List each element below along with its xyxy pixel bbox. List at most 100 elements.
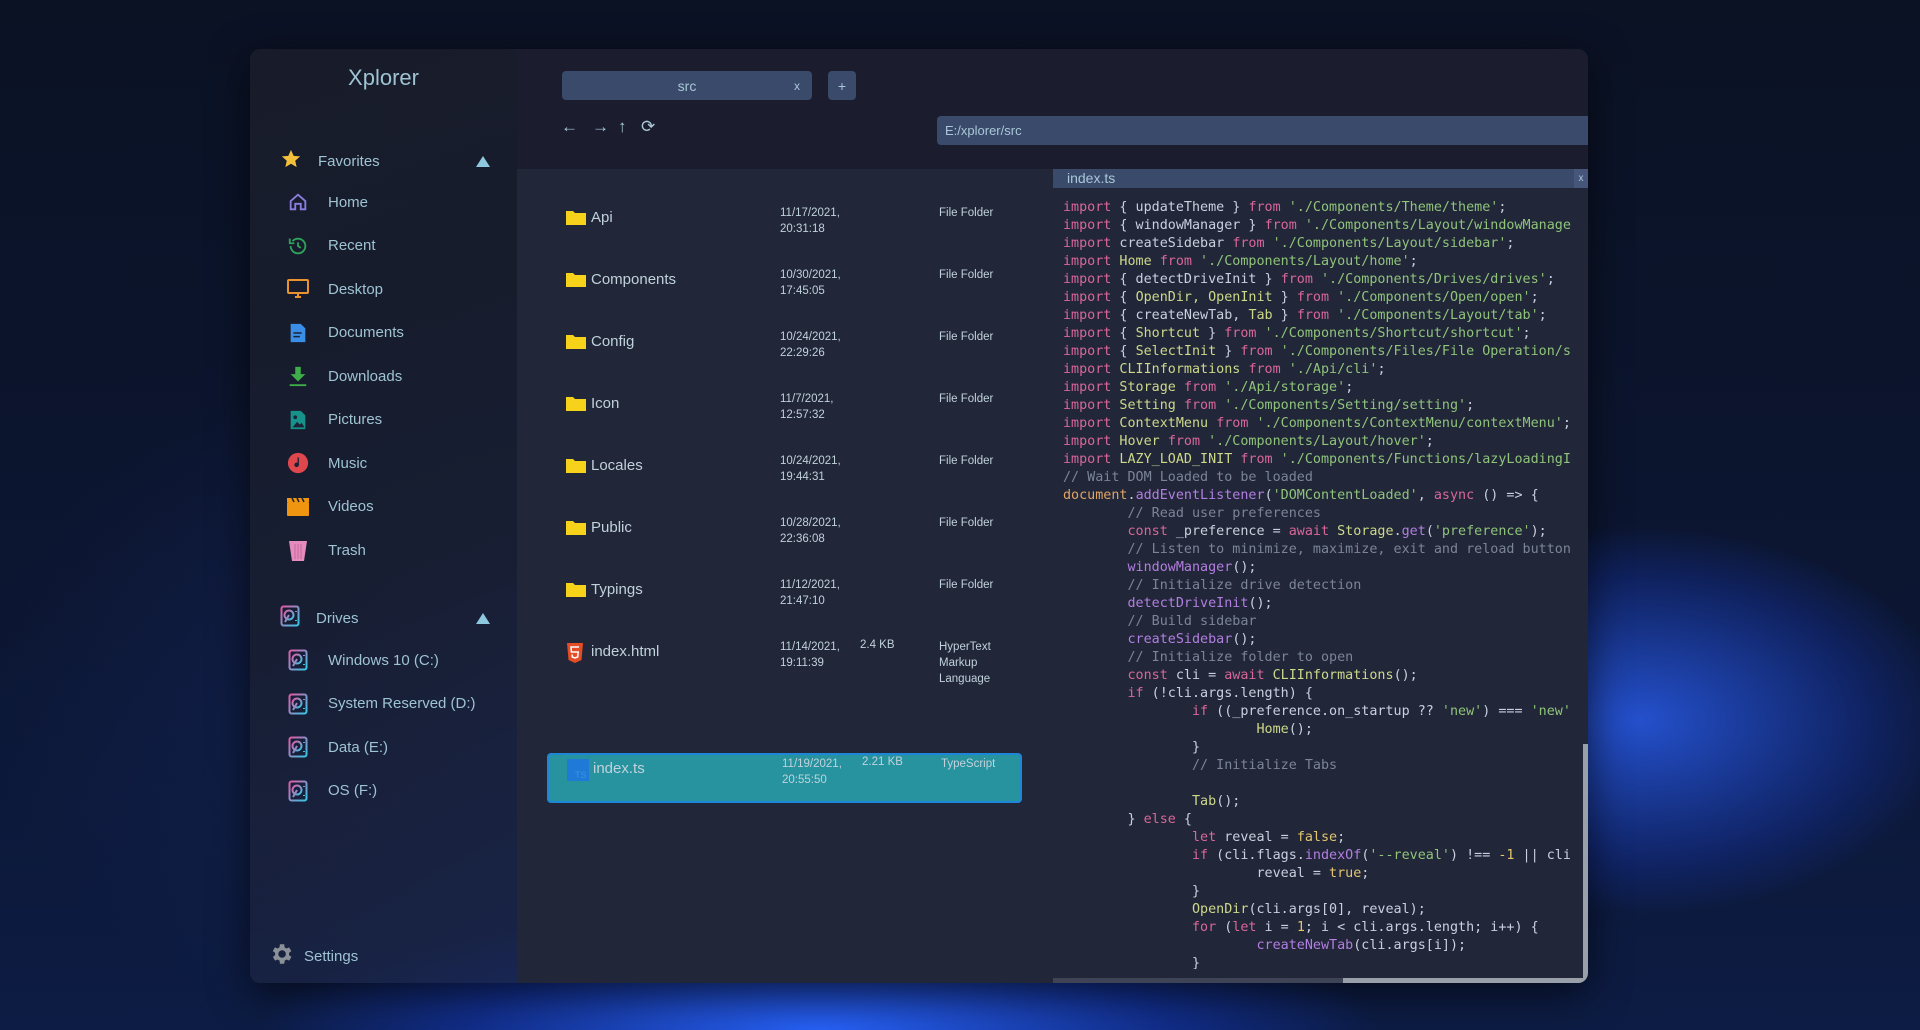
- file-row[interactable]: index.html 11/14/2021, 19:11:39 2.4 KB Hype…: [547, 638, 1022, 688]
- favorites-section-toggle[interactable]: Favorites: [280, 148, 490, 174]
- code-line: import LAZY_LOAD_INIT from './Components…: [1063, 451, 1583, 469]
- code-token: Home: [1111, 254, 1160, 269]
- code-token: Tab: [1063, 794, 1217, 809]
- code-token: // Wait DOM Loaded to be loaded: [1063, 470, 1313, 485]
- code-token: i =: [1256, 920, 1297, 935]
- code-token: ;: [1337, 830, 1346, 845]
- code-token: from: [1240, 452, 1273, 467]
- code-line: }: [1063, 739, 1583, 757]
- code-token: from: [1232, 236, 1265, 251]
- code-token: createNewTab: [1063, 938, 1354, 953]
- code-token: from: [1224, 326, 1257, 341]
- code-token: import: [1063, 362, 1112, 377]
- code-token: ;: [1345, 380, 1354, 395]
- code-line: Tab();: [1063, 793, 1583, 811]
- code-line: } else {: [1063, 811, 1583, 829]
- file-size: 2.21 KB: [862, 756, 903, 768]
- new-tab-button[interactable]: +: [828, 71, 856, 100]
- sidebar-drive-item[interactable]: System Reserved (D:): [286, 689, 476, 719]
- sidebar-item-label: Music: [328, 454, 368, 472]
- sidebar-item-documents[interactable]: Documents: [286, 318, 404, 348]
- code-token: from: [1248, 200, 1281, 215]
- sidebar-item-desktop[interactable]: Desktop: [286, 274, 383, 304]
- settings-button[interactable]: Settings: [268, 941, 358, 971]
- file-row[interactable]: Typings 11/12/2021, 21:47:10 File Folder: [547, 576, 1022, 626]
- sidebar-item-recent[interactable]: Recent: [286, 231, 376, 261]
- code-line: // Read user preferences: [1063, 505, 1583, 523]
- folder-icon: [565, 394, 587, 416]
- code-line: createNewTab(cli.args[i]);: [1063, 937, 1583, 955]
- sidebar-item-label: Pictures: [328, 411, 383, 428]
- up-button[interactable]: ↑: [618, 117, 627, 137]
- code-line: const cli = await CLIInformations();: [1063, 667, 1583, 685]
- code-token: ;: [1530, 290, 1539, 305]
- file-row[interactable]: TS index.ts 11/19/2021, 20:55:50 2.21 KB Typ…: [547, 753, 1022, 803]
- code-token: }: [1063, 884, 1201, 899]
- code-token: addEventListener: [1135, 488, 1265, 503]
- sidebar-drive-item[interactable]: OS (F:): [286, 776, 377, 806]
- code-token: }: [1063, 740, 1201, 755]
- close-tab-icon[interactable]: x: [794, 79, 800, 93]
- file-row[interactable]: Icon 11/7/2021, 12:57:32 File Folder: [547, 390, 1022, 440]
- code-line: document.addEventListener('DOMContentLoa…: [1063, 487, 1583, 505]
- file-name: Components: [591, 271, 677, 288]
- sidebar-item-home[interactable]: Home: [286, 187, 368, 217]
- code-token: (: [1264, 488, 1273, 503]
- tab-src[interactable]: src x: [562, 71, 812, 100]
- file-row[interactable]: Locales 10/24/2021, 19:44:31 File Folder: [547, 452, 1022, 502]
- code-line: if ((_preference.on_startup ?? 'new') ==…: [1063, 703, 1583, 721]
- sidebar-item-music[interactable]: Music: [286, 448, 367, 478]
- code-line: windowManager();: [1063, 559, 1583, 577]
- code-token: from: [1296, 290, 1330, 305]
- horizontal-scrollbar-thumb[interactable]: [1343, 978, 1583, 983]
- back-button[interactable]: ←: [561, 117, 578, 137]
- code-token: {: [1111, 326, 1136, 341]
- code-token: {: [1111, 290, 1136, 305]
- collapse-triangle-icon[interactable]: [476, 612, 490, 624]
- code-token: './Components/Drives/drives': [1312, 272, 1547, 287]
- code-token: import: [1063, 434, 1112, 449]
- code-token: ;: [1546, 272, 1555, 287]
- code-token: let: [1232, 920, 1257, 935]
- code-line: import Setting from './Components/Settin…: [1063, 397, 1583, 415]
- refresh-button[interactable]: ⟳: [641, 117, 655, 137]
- code-token: else: [1143, 812, 1176, 827]
- code-line: import Home from './Components/Layout/ho…: [1063, 253, 1583, 271]
- forward-button[interactable]: →: [592, 117, 609, 137]
- code-token: import: [1063, 344, 1112, 359]
- sidebar-item-videos[interactable]: Videos: [286, 492, 374, 522]
- code-token: 1: [1296, 920, 1305, 935]
- favorites-label: Favorites: [318, 152, 380, 170]
- address-bar[interactable]: [937, 116, 1588, 145]
- folder-icon: [565, 270, 587, 292]
- xplorer-window: Xplorer Favorites Home Recent Desktop Docum…: [250, 49, 1588, 983]
- file-row[interactable]: Public 10/28/2021, 22:36:08 File Folder: [547, 514, 1022, 564]
- code-token: ContextMenu: [1111, 416, 1217, 431]
- drives-section-toggle[interactable]: Drives: [280, 605, 490, 631]
- code-token: import: [1063, 218, 1112, 233]
- code-token: ,: [1417, 488, 1434, 503]
- code-token: import: [1063, 200, 1112, 215]
- file-row[interactable]: Api 11/17/2021, 20:31:18 File Folder: [547, 204, 1022, 254]
- code-token: from: [1296, 308, 1330, 323]
- sidebar-item-downloads[interactable]: Downloads: [286, 361, 402, 391]
- file-name: Api: [591, 209, 613, 226]
- collapse-triangle-icon[interactable]: [476, 155, 490, 167]
- file-row[interactable]: Components 10/30/2021, 17:45:05 File Folde…: [547, 266, 1022, 316]
- code-line: // Initialize drive detection: [1063, 577, 1583, 595]
- main-area: src x + ← → ↑ ⟳ Api 11/17/2021, 20:31:18 F…: [517, 49, 1588, 983]
- code-token: () => {: [1474, 488, 1539, 503]
- sidebar-item-pictures[interactable]: Pictures: [286, 405, 382, 435]
- preview-header: index.ts x: [1053, 169, 1588, 188]
- vertical-scrollbar[interactable]: [1583, 744, 1588, 983]
- code-token: document: [1063, 488, 1128, 503]
- close-preview-icon[interactable]: x: [1574, 169, 1588, 188]
- sidebar-item-label: Recent: [328, 237, 376, 254]
- sidebar-item-trash[interactable]: Trash: [286, 535, 366, 565]
- file-row[interactable]: Config 10/24/2021, 22:29:26 File Folder: [547, 328, 1022, 378]
- desktop-icon: [286, 277, 310, 301]
- code-token: from: [1183, 398, 1217, 413]
- sidebar-drive-item[interactable]: Data (E:): [286, 732, 388, 762]
- code-token: ;: [1522, 326, 1531, 341]
- sidebar-drive-item[interactable]: Windows 10 (C:): [286, 645, 439, 675]
